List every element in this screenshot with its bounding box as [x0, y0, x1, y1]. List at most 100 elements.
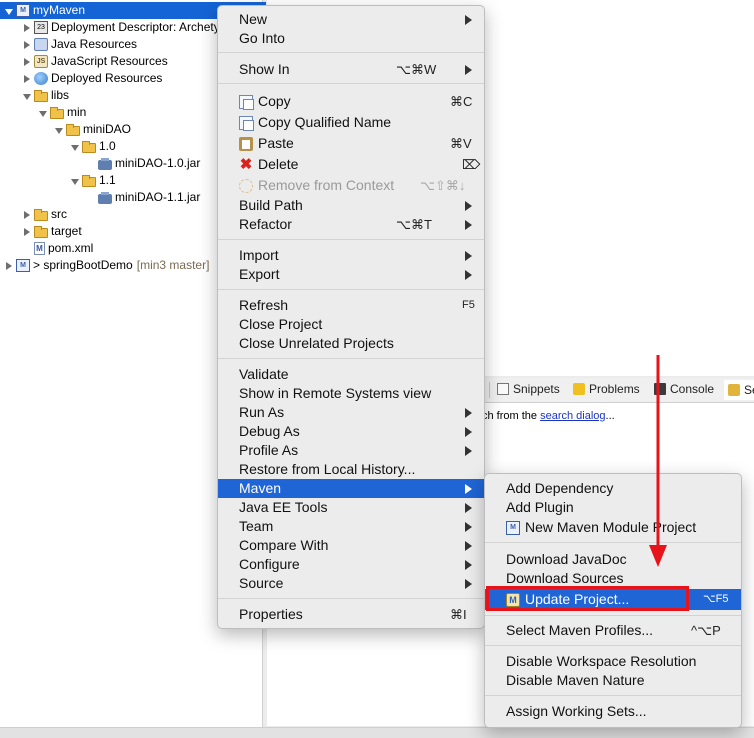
menu-item-select-maven-profiles[interactable]: Select Maven Profiles... ^⌥P: [485, 621, 741, 640]
menu-item-maven[interactable]: Maven: [218, 479, 484, 498]
menu-item-configure[interactable]: Configure: [218, 555, 484, 574]
expand-arrow-icon[interactable]: [4, 261, 14, 271]
tree-item-1-1[interactable]: 1.1: [70, 172, 116, 189]
folder-icon: [50, 106, 64, 119]
expand-arrow-icon[interactable]: [22, 40, 32, 50]
tab-label: Se: [744, 383, 754, 397]
menu-item-remove-from-context[interactable]: Remove from Context ⌥⇧⌘↓: [218, 176, 484, 195]
expand-arrow-icon[interactable]: [38, 108, 48, 118]
search-hint: ch from the search dialog...: [482, 410, 615, 422]
folder-icon: [82, 174, 96, 187]
tree-item-label: libs: [51, 88, 70, 102]
expand-arrow-icon[interactable]: [22, 74, 32, 84]
menu-separator: [218, 358, 484, 359]
tree-item-libs[interactable]: libs: [22, 87, 69, 104]
copy-qualified-icon: [239, 115, 254, 131]
tab-problems[interactable]: Problems: [573, 382, 640, 396]
menu-item-java-ee-tools[interactable]: Java EE Tools: [218, 498, 484, 517]
menu-item-build-path[interactable]: Build Path: [218, 196, 484, 215]
expand-arrow-icon[interactable]: [4, 6, 14, 16]
menu-item-refresh[interactable]: Refresh F5: [218, 296, 484, 315]
expand-arrow-icon[interactable]: [54, 125, 64, 135]
tree-item-label: miniDAO-1.0.jar: [115, 156, 201, 170]
tree-item-min[interactable]: min: [38, 104, 86, 121]
menu-item-compare-with[interactable]: Compare With: [218, 536, 484, 555]
menu-item-paste[interactable]: Paste ⌘V: [218, 134, 484, 153]
tree-item-1-0[interactable]: 1.0: [70, 138, 116, 155]
menu-item-close-project[interactable]: Close Project: [218, 315, 484, 334]
expand-arrow-icon[interactable]: [22, 210, 32, 220]
menu-item-source[interactable]: Source: [218, 574, 484, 593]
menu-item-properties[interactable]: Properties ⌘I: [218, 605, 484, 624]
menu-item-new[interactable]: New: [218, 10, 484, 29]
tree-item-label: 1.1: [99, 173, 116, 187]
menu-item-export[interactable]: Export: [218, 265, 484, 284]
shortcut-label: ⌥⇧⌘↓: [420, 178, 466, 193]
menu-item-validate[interactable]: Validate: [218, 365, 484, 384]
menu-item-copy[interactable]: Copy ⌘C: [218, 92, 484, 111]
tab-search[interactable]: Se: [724, 380, 754, 400]
menu-item-close-unrelated-projects[interactable]: Close Unrelated Projects: [218, 334, 484, 353]
tree-item-src[interactable]: src: [22, 206, 67, 223]
menu-item-disable-maven-nature[interactable]: Disable Maven Nature: [485, 671, 741, 690]
jar-file-icon: [98, 157, 112, 170]
menu-item-add-plugin[interactable]: Add Plugin: [485, 498, 741, 517]
menu-separator: [218, 598, 484, 599]
menu-item-profile-as[interactable]: Profile As: [218, 441, 484, 460]
menu-item-team[interactable]: Team: [218, 517, 484, 536]
tree-item-minidao[interactable]: miniDAO: [54, 121, 131, 138]
xml-file-icon: M: [34, 242, 45, 255]
menu-item-download-javadoc[interactable]: Download JavaDoc: [485, 550, 741, 569]
menu-separator: [218, 83, 484, 84]
search-dialog-link[interactable]: search dialog: [540, 410, 605, 422]
tree-item-deployed-resources[interactable]: Deployed Resources: [22, 70, 162, 87]
maven-project-icon: M: [16, 4, 30, 17]
folder-icon: [34, 89, 48, 102]
menu-item-restore-from-local-history[interactable]: Restore from Local History...: [218, 460, 484, 479]
tree-item-deployment-descriptor[interactable]: 23 Deployment Descriptor: Archetype: [22, 19, 233, 36]
tree-item-label: JavaScript Resources: [51, 54, 168, 68]
tree-item-javascript-resources[interactable]: JS JavaScript Resources: [22, 53, 168, 70]
shortcut-label: F5: [462, 299, 475, 311]
shortcut-label: ⌥F5: [703, 593, 729, 605]
menu-item-debug-as[interactable]: Debug As: [218, 422, 484, 441]
expand-arrow-icon[interactable]: [70, 142, 80, 152]
submenu-arrow-icon: [465, 251, 472, 261]
menu-item-run-as[interactable]: Run As: [218, 403, 484, 422]
folder-icon: [34, 225, 48, 238]
expand-arrow-icon[interactable]: [22, 23, 32, 33]
menu-item-add-dependency[interactable]: Add Dependency: [485, 479, 741, 498]
menu-item-show-in-remote-systems[interactable]: Show in Remote Systems view: [218, 384, 484, 403]
tree-item-minidao-1-1-jar[interactable]: miniDAO-1.1.jar: [86, 189, 200, 206]
menu-item-delete[interactable]: ✖ Delete ⌦: [218, 155, 484, 174]
search-icon: [728, 384, 740, 396]
menu-separator: [485, 695, 741, 696]
tree-item-springbootdemo[interactable]: M > springBootDemo [min3 master]: [4, 257, 209, 274]
tab-snippets[interactable]: Snippets: [497, 382, 560, 396]
submenu-arrow-icon: [465, 446, 472, 456]
maven-project-icon: M: [16, 259, 30, 272]
expand-arrow-icon[interactable]: [22, 91, 32, 101]
tree-item-java-resources[interactable]: Java Resources: [22, 36, 137, 53]
menu-item-show-in[interactable]: Show In ⌥⌘W: [218, 60, 484, 79]
tree-item-label: pom.xml: [48, 241, 94, 255]
menu-item-new-maven-module-project[interactable]: M New Maven Module Project: [485, 518, 741, 537]
menu-item-copy-qualified-name[interactable]: Copy Qualified Name: [218, 113, 484, 132]
menu-item-refactor[interactable]: Refactor ⌥⌘T: [218, 215, 484, 234]
menu-item-assign-working-sets[interactable]: Assign Working Sets...: [485, 702, 741, 721]
submenu-arrow-icon: [465, 560, 472, 570]
menu-item-go-into[interactable]: Go Into: [218, 29, 484, 48]
tree-item-target[interactable]: target: [22, 223, 82, 240]
expand-arrow-icon[interactable]: [22, 57, 32, 67]
menu-item-disable-workspace-resolution[interactable]: Disable Workspace Resolution: [485, 652, 741, 671]
expand-arrow-icon[interactable]: [22, 227, 32, 237]
tab-label: Snippets: [513, 382, 560, 396]
tree-item-minidao-1-0-jar[interactable]: miniDAO-1.0.jar: [86, 155, 200, 172]
menu-separator: [218, 52, 484, 53]
shortcut-label: ^⌥P: [691, 623, 721, 638]
status-bar: [0, 727, 754, 738]
expand-arrow-icon[interactable]: [70, 176, 80, 186]
menu-item-import[interactable]: Import: [218, 246, 484, 265]
shortcut-label: ⌦: [462, 157, 481, 172]
tree-item-pom-xml[interactable]: M pom.xml: [22, 240, 93, 257]
